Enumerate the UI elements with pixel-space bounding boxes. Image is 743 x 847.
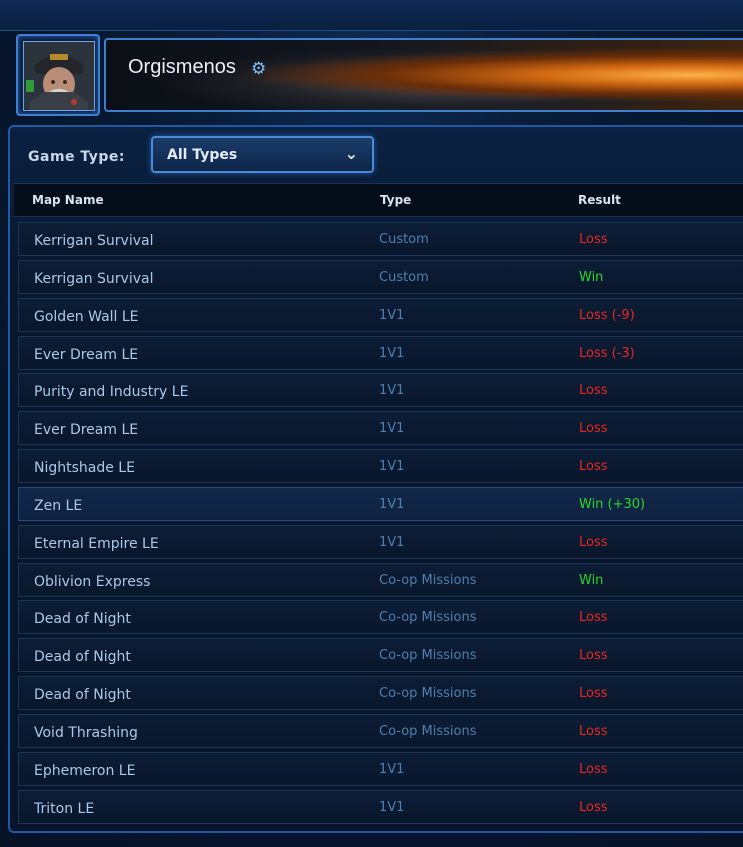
match-result: Loss bbox=[579, 723, 608, 739]
match-result: Loss bbox=[579, 421, 608, 437]
header-result[interactable]: Result bbox=[578, 193, 621, 207]
game-type: 1V1 bbox=[379, 534, 405, 550]
game-type: 1V1 bbox=[379, 345, 405, 361]
game-type: Custom bbox=[379, 269, 429, 285]
map-name: Kerrigan Survival bbox=[34, 233, 154, 249]
map-name: Ever Dream LE bbox=[34, 346, 139, 363]
map-name: Void Thrashing bbox=[34, 724, 138, 741]
game-type: 1V1 bbox=[379, 307, 405, 323]
header-map-name[interactable]: Map Name bbox=[32, 193, 104, 207]
map-name: Triton LE bbox=[34, 800, 95, 817]
table-row[interactable]: Kerrigan Survival Custom Loss bbox=[18, 222, 743, 256]
map-name: Zen LE bbox=[34, 497, 83, 514]
table-row[interactable]: Dead of Night Co-op Missions Loss bbox=[18, 638, 743, 673]
map-name: Ever Dream LE bbox=[34, 422, 139, 439]
profile-banner: Orgismenos ⚙ bbox=[104, 38, 743, 112]
game-type: Co-op Missions bbox=[379, 723, 477, 739]
table-row[interactable]: Void Thrashing Co-op Missions Loss bbox=[18, 713, 743, 748]
header-type[interactable]: Type bbox=[380, 193, 411, 207]
table-row[interactable]: Dead of Night Co-op Missions Loss bbox=[18, 676, 743, 711]
table-row[interactable]: Kerrigan Survival Custom Win bbox=[18, 259, 743, 294]
match-history-page: Orgismenos ⚙ Game Type: All Types ⌄ Map … bbox=[0, 0, 743, 847]
map-name: Ephemeron LE bbox=[34, 762, 136, 779]
match-result: Win bbox=[579, 269, 604, 285]
match-result: Loss bbox=[579, 610, 608, 626]
match-result: Loss bbox=[579, 648, 608, 664]
game-type-dropdown[interactable]: All Types ⌄ bbox=[151, 136, 374, 173]
match-result: Loss bbox=[579, 686, 608, 702]
match-result: Loss bbox=[579, 761, 608, 777]
map-name: Nightshade LE bbox=[34, 460, 135, 477]
map-name: Kerrigan Survival bbox=[34, 270, 154, 287]
avatar bbox=[23, 41, 95, 111]
table-header: Map Name Type Result bbox=[14, 183, 743, 217]
map-name: Purity and Industry LE bbox=[34, 384, 189, 401]
portrait-icon bbox=[24, 42, 94, 110]
match-list: Kerrigan Survival Custom Loss Kerrigan S… bbox=[18, 222, 743, 828]
match-result: Win bbox=[579, 572, 604, 588]
table-row[interactable]: Dead of Night Co-op Missions Loss bbox=[18, 600, 743, 635]
player-name[interactable]: Orgismenos bbox=[128, 56, 236, 79]
match-result: Loss bbox=[579, 799, 608, 815]
game-type-label: Game Type: bbox=[28, 149, 126, 165]
game-type: 1V1 bbox=[379, 799, 405, 815]
match-history-panel: Game Type: All Types ⌄ Map Name Type Res… bbox=[8, 125, 743, 833]
game-type: 1V1 bbox=[379, 761, 405, 777]
game-type: 1V1 bbox=[379, 421, 405, 437]
game-type: Co-op Missions bbox=[379, 686, 477, 702]
map-name: Dead of Night bbox=[34, 687, 131, 704]
game-type-selected: All Types bbox=[167, 147, 238, 163]
game-type: 1V1 bbox=[379, 459, 405, 475]
table-row[interactable]: Ephemeron LE 1V1 Loss bbox=[18, 751, 743, 786]
map-name: Dead of Night bbox=[34, 611, 131, 628]
game-type: Co-op Missions bbox=[379, 610, 477, 626]
game-type: Custom bbox=[379, 232, 429, 247]
top-bar bbox=[0, 0, 743, 31]
game-type: Co-op Missions bbox=[379, 572, 477, 588]
table-row[interactable]: Ever Dream LE 1V1 Loss (-3) bbox=[18, 335, 743, 370]
match-result: Loss (-3) bbox=[579, 345, 635, 361]
game-type: 1V1 bbox=[379, 383, 405, 399]
map-name: Eternal Empire LE bbox=[34, 535, 159, 552]
table-row[interactable]: Eternal Empire LE 1V1 Loss bbox=[18, 524, 743, 559]
gear-icon[interactable]: ⚙ bbox=[251, 59, 266, 79]
match-result: Win (+30) bbox=[579, 496, 646, 512]
profile-header: Orgismenos ⚙ bbox=[8, 34, 743, 116]
table-row[interactable]: Golden Wall LE 1V1 Loss (-9) bbox=[18, 297, 743, 332]
table-row[interactable]: Zen LE 1V1 Win (+30) bbox=[18, 486, 743, 521]
match-result: Loss (-9) bbox=[579, 307, 635, 323]
match-result: Loss bbox=[579, 459, 608, 475]
game-type: Co-op Missions bbox=[379, 648, 477, 664]
table-row[interactable]: Nightshade LE 1V1 Loss bbox=[18, 449, 743, 484]
map-name: Oblivion Express bbox=[34, 573, 151, 590]
match-result: Loss bbox=[579, 534, 608, 550]
map-name: Golden Wall LE bbox=[34, 308, 139, 325]
table-row[interactable]: Oblivion Express Co-op Missions Win bbox=[18, 562, 743, 597]
avatar-frame[interactable] bbox=[16, 34, 100, 116]
match-result: Loss bbox=[579, 232, 608, 247]
map-name: Dead of Night bbox=[34, 649, 131, 666]
match-result: Loss bbox=[579, 383, 608, 399]
table-row[interactable]: Ever Dream LE 1V1 Loss bbox=[18, 411, 743, 446]
table-row[interactable]: Purity and Industry LE 1V1 Loss bbox=[18, 373, 743, 408]
chevron-down-icon: ⌄ bbox=[344, 144, 358, 163]
table-row[interactable]: Triton LE 1V1 Loss bbox=[18, 789, 743, 824]
game-type: 1V1 bbox=[379, 496, 405, 512]
